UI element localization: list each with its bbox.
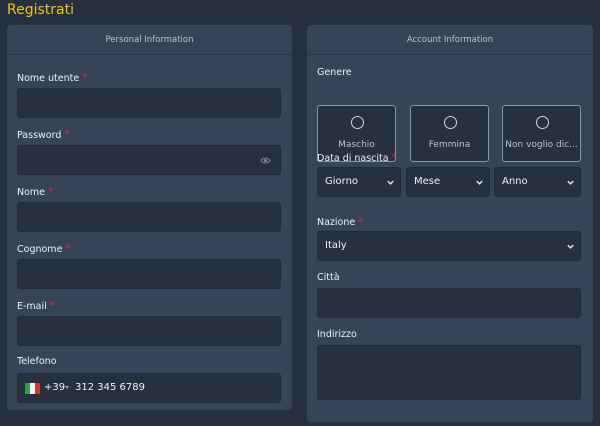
first-name-label: Nome * <box>17 185 54 198</box>
chevron-down-icon <box>567 244 574 249</box>
username-input[interactable] <box>17 88 281 118</box>
password-input[interactable] <box>17 145 281 175</box>
email-label: E-mail * <box>17 299 56 312</box>
address-label: Indirizzo <box>317 329 357 340</box>
radio-circle-icon <box>351 116 364 129</box>
last-name-input[interactable] <box>17 259 281 289</box>
page-title: Registrati <box>7 2 74 18</box>
personal-information-header: Personal Information <box>7 25 292 55</box>
italy-flag-icon[interactable] <box>25 383 40 394</box>
required-marker: * <box>82 71 88 84</box>
last-name-label: Cognome * <box>17 242 71 255</box>
birth-year-select[interactable]: Anno <box>494 167 581 197</box>
phone-country-code[interactable]: +39 <box>44 382 65 393</box>
account-information-header: Account Information <box>307 25 593 55</box>
city-input[interactable] <box>317 288 581 318</box>
chevron-down-icon <box>567 180 574 185</box>
country-label: Nazione * <box>317 215 364 228</box>
required-marker: * <box>358 215 364 228</box>
password-label: Password * <box>17 128 70 141</box>
gender-option-undisclosed[interactable]: Non voglio dic... <box>502 105 581 162</box>
required-marker: * <box>65 242 71 255</box>
required-marker: * <box>48 185 54 198</box>
required-marker: * <box>64 128 70 141</box>
country-select[interactable]: Italy <box>317 231 581 261</box>
city-label: Città <box>317 272 340 283</box>
required-marker: * <box>49 299 56 312</box>
phone-number-placeholder: 312 345 6789 <box>75 382 145 393</box>
chevron-down-icon <box>476 180 483 185</box>
birth-month-select[interactable]: Mese <box>406 167 490 197</box>
required-marker: * <box>391 151 398 164</box>
email-input[interactable] <box>17 316 281 346</box>
phone-label: Telefono <box>17 356 57 367</box>
username-label: Nome utente * <box>17 71 88 84</box>
eye-icon[interactable] <box>260 155 271 166</box>
personal-information-panel: Personal Information Nome utente * Passwo… <box>7 25 292 410</box>
gender-option-label: Maschio <box>338 140 375 150</box>
phone-input[interactable]: +39 312 345 6789 <box>17 373 281 403</box>
first-name-input[interactable] <box>17 202 281 232</box>
gender-option-label: Femmina <box>428 140 471 150</box>
radio-circle-icon <box>536 116 549 129</box>
account-information-panel: Account Information Genere Maschio Femmi… <box>307 25 593 422</box>
gender-option-label: Non voglio dic... <box>505 140 578 150</box>
radio-circle-icon <box>444 116 457 129</box>
chevron-down-icon <box>387 180 394 185</box>
chevron-down-icon[interactable] <box>65 386 69 389</box>
birthdate-label: Data di nascita * <box>317 151 398 164</box>
gender-label: Genere <box>317 67 352 78</box>
gender-option-female[interactable]: Femmina <box>410 105 489 162</box>
address-textarea[interactable] <box>317 345 581 400</box>
birth-day-select[interactable]: Giorno <box>317 167 401 197</box>
